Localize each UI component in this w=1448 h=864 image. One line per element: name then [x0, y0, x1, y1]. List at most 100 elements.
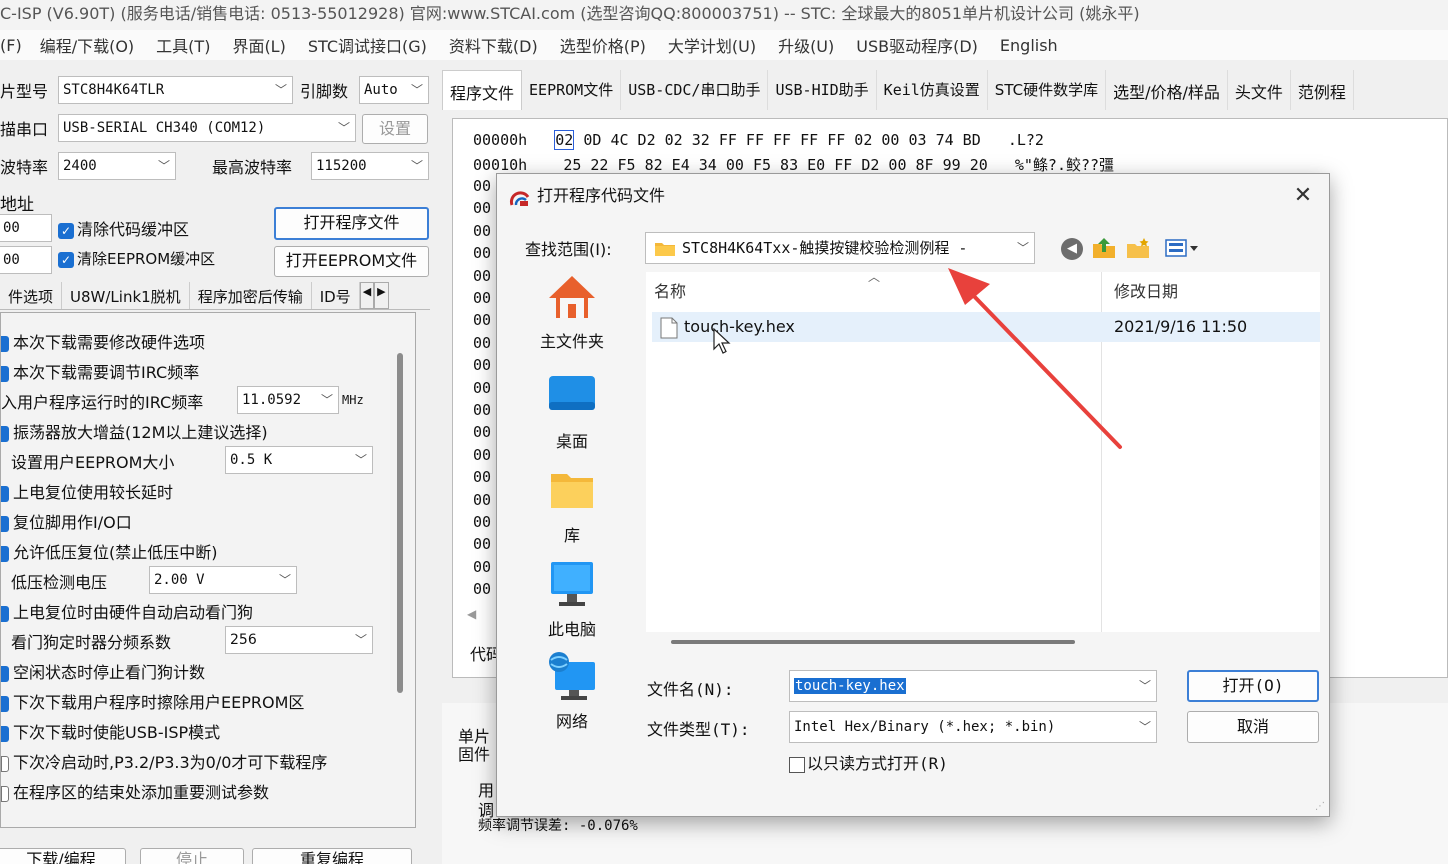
option-test-params[interactable]: 在程序区的结束处添加重要测试参数 [1, 779, 269, 803]
option-cold-start[interactable]: 下次冷启动时,P3.2/P3.3为0/0才可下载程序 [1, 749, 327, 773]
tab-scroll-left-icon[interactable]: ◀ [359, 282, 375, 309]
tab-selection[interactable]: 选型/价格/样品 [1106, 70, 1228, 110]
menu-download[interactable]: 资料下载(D) [449, 33, 538, 57]
option-reset-io[interactable]: 复位脚用作I/O口 [1, 509, 132, 533]
baud-select[interactable]: 2400 ﹀ [58, 152, 176, 180]
option-osc-gain[interactable]: 振荡器放大增益(12M以上建议选择) [1, 419, 268, 443]
view-menu-icon[interactable] [1165, 238, 1199, 258]
clear-code-checkbox[interactable]: ✓ 清除代码缓冲区 [58, 216, 189, 240]
eeprom-size-select[interactable]: 0.5 K ﹀ [225, 446, 373, 474]
back-icon[interactable]: ◀ [1061, 238, 1083, 260]
menu-upgrade[interactable]: 升级(U) [778, 33, 834, 57]
file-list-hscrollbar[interactable] [671, 640, 1075, 644]
tab-math-lib[interactable]: STC硬件数学库 [988, 70, 1107, 110]
option-low-voltage-reset[interactable]: 允许低压复位(禁止低压中断) [1, 539, 218, 563]
tab-examples[interactable]: 范例程 [1291, 70, 1354, 110]
close-icon[interactable]: ✕ [1289, 182, 1317, 210]
readonly-checkbox[interactable]: 以只读方式打开(R) [789, 750, 948, 774]
download-button[interactable]: 下载/编程 [0, 848, 126, 864]
resize-grip-icon[interactable]: ⋰ [1315, 801, 1325, 812]
file-list[interactable]: 名称 ︿ 修改日期 touch-key.hex 2021/9/16 11:50 [646, 270, 1320, 632]
hex-address-stub: 00 [473, 535, 492, 554]
pins-value: Auto [364, 82, 398, 98]
new-folder-icon[interactable] [1125, 236, 1151, 260]
open-eeprom-file-button[interactable]: 打开EEPROM文件 [274, 246, 429, 277]
pins-select[interactable]: Auto ﹀ [359, 76, 429, 104]
tab-hardware-options[interactable]: 件选项 [0, 282, 63, 309]
hex-address-stub: 00 [473, 423, 492, 442]
open-button[interactable]: 打开(O) [1187, 670, 1319, 702]
menu-interface[interactable]: 界面(L) [232, 33, 285, 57]
place-network[interactable]: 网络 [533, 650, 611, 732]
tab-scroll-right-icon[interactable]: ▶ [374, 282, 389, 309]
app-logo-icon [509, 191, 530, 206]
stop-button[interactable]: 停止 [140, 848, 244, 864]
eeprom-address-input[interactable]: 00 [0, 246, 52, 274]
tab-id[interactable]: ID号 [312, 282, 360, 309]
repeat-program-button[interactable]: 重复编程 [252, 848, 412, 864]
filename-input[interactable]: touch-key.hex ﹀ [789, 670, 1157, 702]
checkbox-icon [1, 515, 9, 532]
tab-usb-hid[interactable]: USB-HID助手 [768, 70, 877, 110]
menu-tools[interactable]: 工具(T) [156, 33, 210, 57]
option-modify-hw[interactable]: 本次下载需要修改硬件选项 [1, 329, 205, 353]
chip-select[interactable]: STC8H4K64TLR ﹀ [58, 76, 293, 104]
option-label: 下次下载用户程序时擦除用户EEPROM区 [13, 693, 305, 712]
file-row[interactable]: touch-key.hex 2021/9/16 11:50 [652, 312, 1320, 342]
irc-frequency-select[interactable]: 11.0592 ﹀ [237, 386, 339, 414]
lvd-select[interactable]: 2.00 V ﹀ [149, 566, 297, 594]
option-long-delay[interactable]: 上电复位使用较长延时 [1, 479, 173, 503]
option-label: 本次下载需要修改硬件选项 [13, 333, 206, 352]
place-home[interactable]: 主文件夹 [533, 270, 611, 352]
menu-price[interactable]: 选型价格(P) [560, 33, 646, 57]
option-usb-isp[interactable]: 下次下载时使能USB-ISP模式 [1, 719, 220, 743]
menu-debug[interactable]: STC调试接口(G) [308, 33, 427, 57]
option-wdt-auto[interactable]: 上电复位时由硬件自动启动看门狗 [1, 599, 253, 623]
place-this-pc[interactable]: 此电脑 [533, 558, 611, 640]
tab-program-file[interactable]: 程序文件 [442, 70, 523, 110]
tab-header-file[interactable]: 头文件 [1228, 70, 1291, 110]
max-baud-value: 115200 [316, 158, 367, 174]
tab-usb-cdc[interactable]: USB-CDC/串口助手 [621, 70, 769, 110]
lookin-value: STC8H4K64Txx-触摸按键校验检测例程 - [682, 239, 968, 257]
clear-eeprom-checkbox[interactable]: ✓ 清除EEPROM缓冲区 [58, 248, 215, 269]
settings-button[interactable]: 设置 [362, 114, 428, 144]
column-date[interactable]: 修改日期 [1114, 272, 1178, 312]
option-eeprom-size: 设置用户EEPROM大小 [11, 449, 174, 473]
window-title: C-ISP (V6.90T) (服务电话/销售电话: 0513-55012928… [0, 0, 1448, 30]
chevron-down-icon: ﹀ [410, 83, 423, 97]
option-wdt-div: 看门狗定时器分频系数 [11, 629, 171, 653]
menu-english[interactable]: English [1000, 36, 1058, 55]
option-erase-eeprom[interactable]: 下次下载用户程序时擦除用户EEPROM区 [1, 689, 304, 713]
open-program-file-button[interactable]: 打开程序文件 [274, 207, 429, 240]
place-desktop[interactable]: 桌面 [533, 370, 611, 452]
port-label: 描串口 [0, 120, 49, 139]
code-address-input[interactable]: 00 [0, 214, 52, 242]
options-scrollbar[interactable] [397, 353, 403, 693]
lookin-select[interactable]: STC8H4K64Txx-触摸按键校验检测例程 - ﹀ [645, 232, 1035, 264]
wdt-div-select[interactable]: 256 ﹀ [225, 626, 373, 654]
menu-usb-driver[interactable]: USB驱动程序(D) [856, 33, 978, 57]
max-baud-select[interactable]: 115200 ﹀ [311, 152, 429, 180]
chip-label: 片型号 [0, 82, 49, 101]
tab-offline[interactable]: U8W/Link1脱机 [62, 282, 190, 309]
up-folder-icon[interactable] [1091, 236, 1117, 260]
place-library[interactable]: 库 [533, 464, 611, 546]
tab-keil[interactable]: Keil仿真设置 [877, 70, 988, 110]
menu-university[interactable]: 大学计划(U) [668, 33, 756, 57]
column-name[interactable]: 名称 [654, 272, 686, 312]
option-idle-wdt[interactable]: 空闲状态时停止看门狗计数 [1, 659, 205, 683]
menu-file[interactable]: (F) [0, 36, 22, 55]
menu-program[interactable]: 编程/下载(O) [40, 33, 134, 57]
option-adjust-irc[interactable]: 本次下载需要调节IRC频率 [1, 359, 199, 383]
chevron-down-icon: ﹀ [1016, 241, 1029, 255]
option-label: 在程序区的结束处添加重要测试参数 [13, 783, 270, 802]
cancel-button[interactable]: 取消 [1187, 711, 1319, 743]
tab-eeprom-file[interactable]: EEPROM文件 [522, 70, 622, 110]
tab-encrypt[interactable]: 程序加密后传输 [190, 282, 312, 309]
filetype-select[interactable]: Intel Hex/Binary (*.hex; *.bin) ﹀ [789, 711, 1157, 743]
chevron-down-icon: ﹀ [1138, 679, 1151, 693]
checkbox-icon [1, 335, 9, 352]
status-line: 固件 [458, 745, 491, 764]
port-select[interactable]: USB-SERIAL CH340 (COM12) ﹀ [58, 114, 356, 142]
